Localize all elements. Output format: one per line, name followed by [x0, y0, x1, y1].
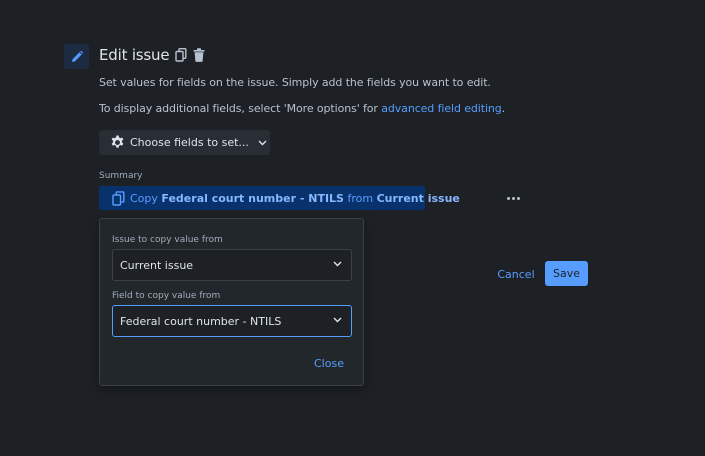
save-button[interactable]: Save [545, 261, 588, 286]
issue-select-value: Current issue [120, 258, 194, 272]
issue-select-label: Issue to copy value from [112, 235, 223, 245]
page-title: Edit issue [99, 46, 170, 64]
copy-field-name: Federal court number - NTILS [161, 191, 344, 205]
choose-fields-label: Choose fields to set... [130, 136, 249, 149]
trash-icon[interactable] [192, 47, 206, 63]
summary-label: Summary [99, 171, 143, 181]
description-line: Set values for fields on the issue. Simp… [99, 76, 491, 89]
copy-source: Current issue [376, 191, 460, 205]
advanced-field-editing-link[interactable]: advanced field editing [381, 102, 502, 115]
copy-icon[interactable] [174, 47, 188, 63]
field-select-value: Federal court number - NTILS [120, 314, 282, 328]
chevron-down-icon [333, 261, 342, 267]
chevron-down-icon [258, 140, 267, 146]
field-select-label: Field to copy value from [112, 291, 221, 301]
description-line-advanced: To display additional fields, select 'Mo… [99, 102, 505, 115]
copy-prefix: Copy [130, 191, 162, 205]
edit-issue-panel: Edit issue Set values for fields on the … [0, 0, 705, 456]
field-select[interactable]: Federal court number - NTILS [112, 305, 352, 337]
chevron-down-icon [333, 317, 342, 323]
title-actions [174, 47, 206, 63]
cancel-button[interactable]: Cancel [497, 262, 535, 286]
close-button[interactable]: Close [314, 357, 344, 370]
copy-icon [112, 190, 125, 206]
issue-select[interactable]: Current issue [112, 249, 352, 281]
description-text: To display additional fields, select 'Mo… [99, 102, 382, 115]
copy-value-popup: Issue to copy value from Current issue F… [99, 218, 364, 386]
gear-icon [110, 135, 125, 150]
copy-from-text: from [343, 191, 377, 205]
summary-copy-field[interactable]: Copy Federal court number - NTILS from C… [99, 186, 460, 210]
more-options-icon[interactable] [503, 190, 523, 206]
summary-copy-text: Copy Federal court number - NTILS from C… [130, 192, 460, 205]
choose-fields-button[interactable]: Choose fields to set... [99, 130, 270, 155]
pencil-icon [64, 44, 89, 69]
description-suffix: . [501, 102, 506, 115]
